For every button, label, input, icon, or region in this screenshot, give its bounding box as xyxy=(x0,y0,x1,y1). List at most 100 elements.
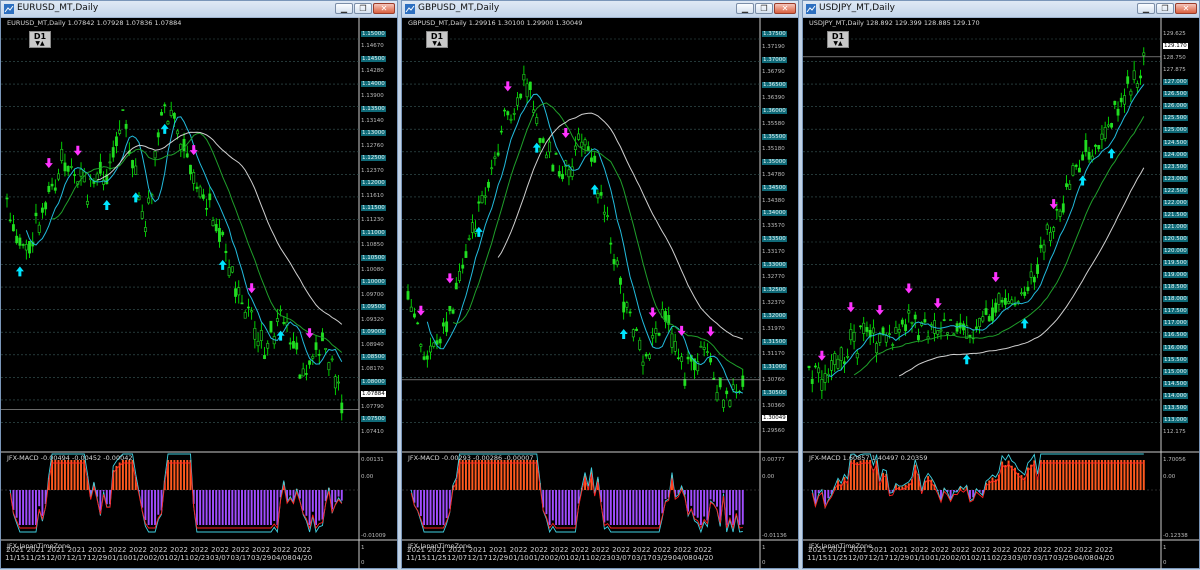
macd-histogram-bar xyxy=(1124,460,1126,490)
price-scale-label: 1.07500 xyxy=(361,416,386,422)
restore-button[interactable]: ❐ xyxy=(755,3,773,14)
buy-signal-arrow xyxy=(219,260,227,270)
macd-histogram-bar xyxy=(866,460,868,490)
candle-body xyxy=(80,169,82,176)
date-axis: 202111/15202111/25202112/07202112/172021… xyxy=(807,546,1159,564)
macd-histogram-bar xyxy=(1098,460,1100,490)
candle-body xyxy=(41,208,43,212)
candle-body xyxy=(1098,145,1100,149)
price-scale-label: 117.500 xyxy=(1163,308,1188,314)
candle-body xyxy=(837,359,839,368)
signal-line xyxy=(411,463,743,528)
candle-body xyxy=(1027,287,1029,290)
date-axis-label: 202111/25 xyxy=(427,546,447,562)
chart-window-usdjpy[interactable]: USDJPY_MT,Daily ▁ ❐ ✕ USDJPY_MT,Daily 12… xyxy=(802,0,1200,569)
date-axis-label: 202112/29 xyxy=(488,546,508,562)
timeframe-badge[interactable]: D1▼▲ xyxy=(827,31,849,48)
candle-body xyxy=(529,82,531,90)
candle-body xyxy=(1085,140,1087,151)
close-button[interactable]: ✕ xyxy=(373,3,395,14)
price-scale-label: 118.000 xyxy=(1163,296,1188,302)
date-axis-label: 202204/20 xyxy=(292,546,312,562)
candle-body xyxy=(325,348,327,349)
sell-signal-arrow xyxy=(678,326,686,336)
candle-body xyxy=(1143,53,1145,56)
price-scale-label: 1.30500 xyxy=(762,390,787,396)
macd-histogram-bar xyxy=(215,490,217,525)
buy-signal-arrow xyxy=(591,184,599,194)
window-titlebar[interactable]: GBPUSD_MT,Daily ▁ ❐ ✕ xyxy=(402,1,798,18)
sell-signal-arrow xyxy=(74,146,82,156)
price-scale-label: 1.07410 xyxy=(361,429,384,435)
price-chart[interactable] xyxy=(803,17,1199,570)
close-icon: ✕ xyxy=(782,4,789,13)
candle-body xyxy=(882,328,884,334)
price-scale-label: 1.10080 xyxy=(361,267,384,273)
price-chart[interactable] xyxy=(402,17,798,570)
window-titlebar[interactable]: EURUSD_MT,Daily ▁ ❐ ✕ xyxy=(1,1,397,18)
timeframe-arrows-icon: ▼▲ xyxy=(828,41,848,47)
macd-histogram-bar xyxy=(212,490,214,525)
macd-histogram-bar xyxy=(1091,460,1093,490)
macd-histogram-bar xyxy=(526,460,528,490)
macd-histogram-bar xyxy=(478,460,480,490)
close-button[interactable]: ✕ xyxy=(1175,3,1197,14)
macd-histogram-bar xyxy=(497,460,499,490)
sell-signal-arrow xyxy=(847,302,855,312)
candle-body xyxy=(48,186,50,191)
price-scale-label: 1.33570 xyxy=(762,223,785,229)
candle-body xyxy=(982,317,984,321)
macd-histogram-bar xyxy=(312,490,314,512)
candle-body xyxy=(189,165,191,174)
minimize-button[interactable]: ▁ xyxy=(1137,3,1155,14)
minimize-button[interactable]: ▁ xyxy=(335,3,353,14)
macd-histogram-bar xyxy=(1127,460,1129,490)
restore-button[interactable]: ❐ xyxy=(354,3,372,14)
window-titlebar[interactable]: USDJPY_MT,Daily ▁ ❐ ✕ xyxy=(803,1,1199,18)
price-scale-label: 1.09320 xyxy=(361,317,384,323)
price-scale-label: 124.500 xyxy=(1163,140,1188,146)
timeframe-badge[interactable]: D1▼▲ xyxy=(29,31,51,48)
macd-histogram-bar xyxy=(555,490,557,525)
window-title: GBPUSD_MT,Daily xyxy=(418,3,499,13)
timeframe-badge[interactable]: D1▼▲ xyxy=(426,31,448,48)
candle-body xyxy=(45,203,47,209)
candle-body xyxy=(468,238,470,239)
date-axis-label: 202203/29 xyxy=(652,546,672,562)
candle-body xyxy=(57,174,59,179)
candle-body xyxy=(856,353,858,358)
price-chart[interactable] xyxy=(1,17,397,570)
candle-body xyxy=(423,357,425,360)
date-axis-label: 202204/20 xyxy=(1094,546,1114,562)
macd-histogram-bar xyxy=(446,490,448,518)
macd-histogram-bar xyxy=(988,480,990,490)
restore-button[interactable]: ❐ xyxy=(1156,3,1174,14)
date-axis-label: 202202/01 xyxy=(951,546,971,562)
macd-histogram-bar xyxy=(433,490,435,525)
candle-body xyxy=(1046,225,1048,230)
macd-scale-label: 1.70056 xyxy=(1163,457,1186,463)
candle-body xyxy=(648,355,650,359)
close-button[interactable]: ✕ xyxy=(774,3,796,14)
chart-window-eurusd[interactable]: EURUSD_MT,Daily ▁ ❐ ✕ EURUSD_MT,Daily 1.… xyxy=(0,0,398,569)
buy-signal-arrow xyxy=(161,124,169,134)
candle-body xyxy=(276,319,278,322)
buy-signal-arrow xyxy=(533,143,541,153)
date-axis-label: 202203/07 xyxy=(1012,546,1032,562)
chart-window-gbpusd[interactable]: GBPUSD_MT,Daily ▁ ❐ ✕ GBPUSD_MT,Daily 1.… xyxy=(401,0,799,569)
candle-body xyxy=(241,303,243,304)
price-scale-label: 1.11230 xyxy=(361,217,384,223)
date-axis-label: 202202/23 xyxy=(190,546,210,562)
macd-histogram-bar xyxy=(491,460,493,490)
sell-signal-arrow xyxy=(649,308,657,318)
macd-histogram-bar xyxy=(930,480,932,490)
macd-histogram-bar xyxy=(209,490,211,525)
macd-histogram-bar xyxy=(484,460,486,490)
minimize-button[interactable]: ▁ xyxy=(736,3,754,14)
price-scale-label: 1.35180 xyxy=(762,146,785,152)
candle-body xyxy=(975,327,977,329)
candle-body xyxy=(995,303,997,312)
candle-body xyxy=(924,319,926,322)
macd-histogram-bar xyxy=(1049,460,1051,490)
candle-body xyxy=(1024,292,1026,295)
